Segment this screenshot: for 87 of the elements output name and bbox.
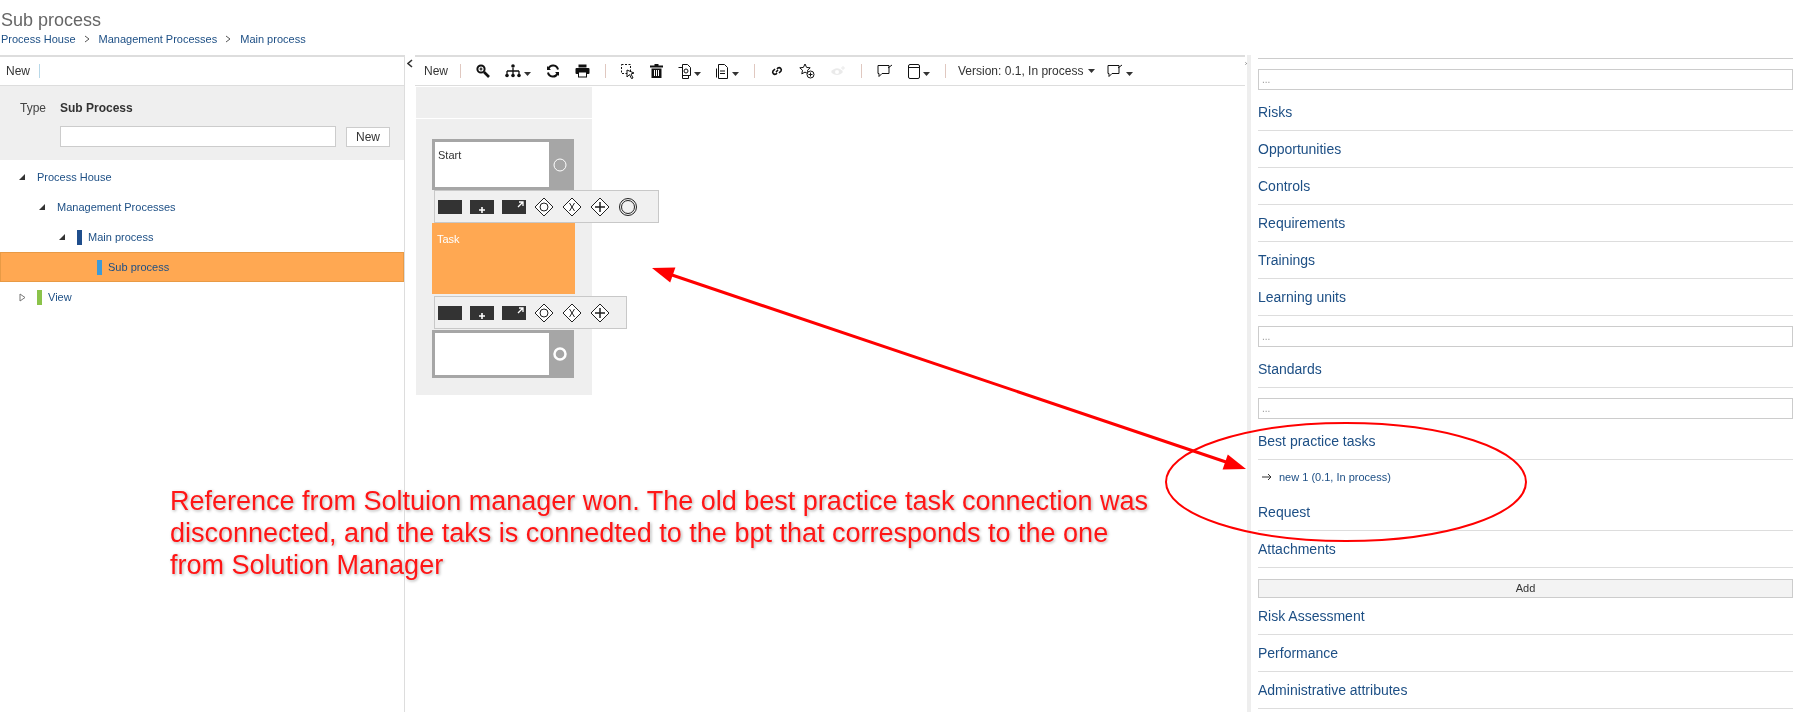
tree-label: Sub process — [108, 259, 170, 275]
trash-icon — [650, 64, 663, 78]
section-heading: Performance — [1258, 644, 1339, 663]
section-heading: Controls — [1258, 177, 1311, 196]
caret-icon — [524, 72, 531, 76]
start-event-shape[interactable]: Start — [432, 139, 574, 190]
circle-diamond-icon[interactable] — [534, 302, 554, 323]
plus-rectangle-icon[interactable] — [470, 199, 494, 214]
collapse-triangle-icon[interactable] — [39, 203, 46, 211]
tree-label: Main process — [88, 229, 154, 245]
plus-diamond-icon[interactable] — [590, 196, 610, 217]
type-value: Sub Process — [60, 100, 133, 117]
section-heading: Requirements — [1258, 214, 1346, 233]
rectangle-icon[interactable] — [438, 305, 462, 320]
trash-button[interactable] — [647, 64, 666, 78]
hierarchy-button[interactable] — [502, 64, 534, 78]
document-button[interactable] — [713, 63, 742, 79]
task-link[interactable]: new 1 (0.1, In process) — [1262, 468, 1391, 486]
section-heading: Best practice tasks — [1258, 432, 1376, 451]
tree-label: Management Processes — [57, 199, 176, 215]
section-heading: Learning units — [1258, 288, 1346, 307]
circle-icon — [553, 157, 567, 172]
copy-icon — [678, 63, 691, 79]
shape-label: Task — [437, 233, 460, 245]
tablet-button[interactable] — [905, 63, 933, 79]
section-heading: Request — [1258, 503, 1311, 522]
page-title: Sub process — [1, 9, 103, 31]
search-icon — [476, 64, 490, 78]
arrow-rectangle-icon[interactable] — [502, 305, 526, 320]
section-heading: Administrative attributes — [1258, 681, 1408, 700]
section-heading: Attachments — [1258, 540, 1336, 559]
tree-item[interactable]: Main process — [0, 222, 404, 252]
annotation-text: Reference from Soltuion manager won. The old best practice task connection was disconnected, and the taks is connedted to the bpt that corresponds to the one from Solution Manager — [170, 485, 1150, 581]
caret-icon — [923, 72, 930, 76]
arrow-rectangle-icon[interactable] — [502, 199, 526, 214]
tree-item[interactable]: View — [0, 282, 404, 312]
link-icon — [770, 64, 784, 78]
collapse-triangle-icon[interactable] — [59, 233, 66, 241]
tree-item[interactable]: Sub process — [0, 252, 404, 282]
section-heading: Risk Assessment — [1258, 607, 1365, 626]
tree-item[interactable]: Management Processes — [0, 192, 404, 222]
chevron-icon — [83, 35, 91, 43]
circle-diamond-icon[interactable] — [534, 196, 554, 217]
version-dropdown[interactable]: Version: 0.1, In process — [958, 62, 1096, 80]
plus-rectangle-icon[interactable] — [470, 305, 494, 320]
section-heading: Opportunities — [1258, 140, 1342, 159]
collapse-left-icon[interactable] — [407, 59, 413, 68]
star-plus-icon — [799, 63, 815, 79]
comment-icon — [877, 64, 893, 78]
new-button[interactable]: New — [6, 62, 30, 80]
caret-icon — [694, 72, 701, 76]
hierarchy-icon — [505, 64, 521, 78]
printer-icon — [575, 64, 590, 78]
plus-diamond-icon[interactable] — [590, 302, 610, 323]
refresh-icon — [546, 64, 560, 78]
breadcrumb-link[interactable]: Main process — [240, 32, 306, 46]
new-button[interactable]: New — [346, 126, 390, 147]
section-heading: Trainings — [1258, 251, 1316, 270]
tree-label: View — [48, 289, 72, 305]
add-button[interactable]: Add — [1258, 579, 1793, 598]
breadcrumb-link[interactable]: Process House — [1, 32, 76, 46]
tablet-icon — [908, 63, 920, 79]
breadcrumb-link[interactable]: Management Processes — [98, 32, 218, 46]
section-heading: Standards — [1258, 360, 1322, 379]
comment-icon — [1107, 64, 1124, 78]
new-button[interactable]: New — [424, 62, 448, 80]
x-diamond-icon[interactable] — [562, 302, 582, 323]
name-field[interactable] — [60, 126, 336, 147]
caret-icon — [1088, 69, 1096, 73]
collapse-triangle-icon[interactable] — [19, 173, 26, 181]
tree-label: Process House — [37, 169, 112, 185]
section-heading: Risks — [1258, 103, 1293, 122]
caret-icon — [1126, 72, 1134, 76]
star-plus-button[interactable] — [796, 63, 818, 79]
rectangle-icon[interactable] — [438, 199, 462, 214]
arrow-right-icon — [1262, 473, 1272, 481]
caret-icon — [732, 72, 739, 76]
type-label: Type — [20, 100, 46, 117]
circle-icon — [553, 347, 567, 361]
expand-triangle-icon[interactable] — [19, 292, 26, 302]
selection-icon — [621, 63, 635, 79]
document-icon — [716, 63, 729, 79]
shape-label: Start — [438, 149, 462, 161]
double-circle-icon[interactable] — [618, 196, 638, 217]
x-diamond-icon[interactable] — [562, 196, 582, 217]
tree-item[interactable]: Process House — [0, 162, 404, 192]
chevron-icon — [225, 35, 233, 43]
